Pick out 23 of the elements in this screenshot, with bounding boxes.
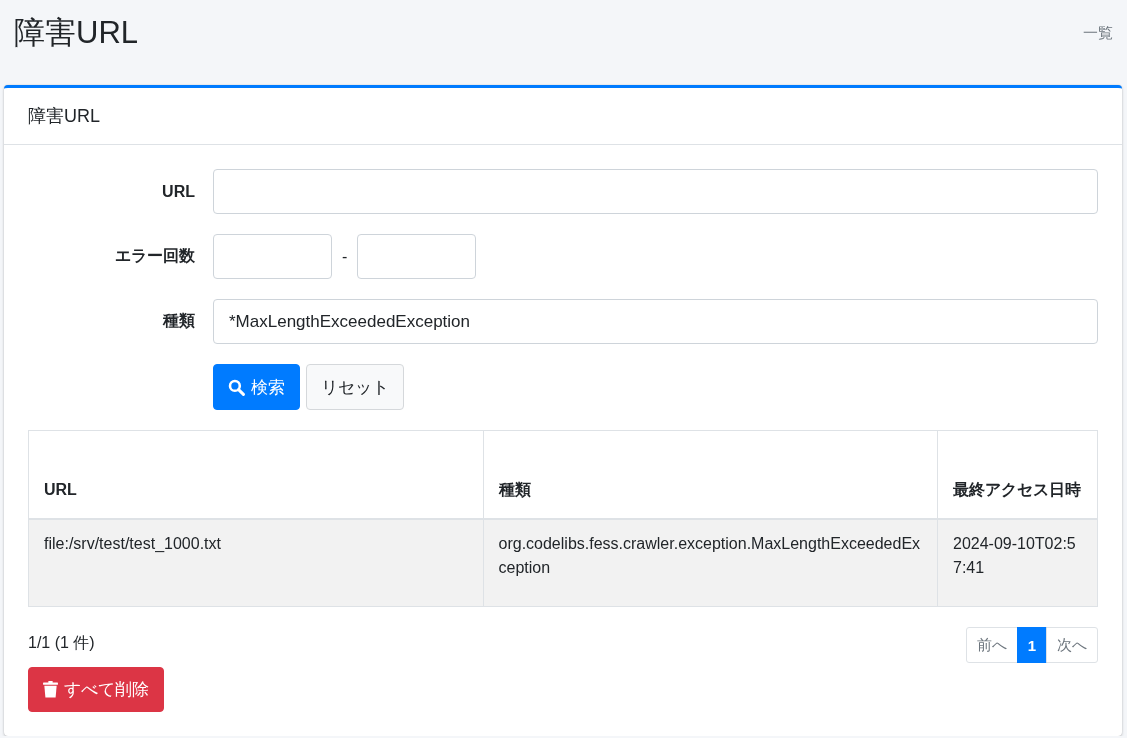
field-label: 種類 [161, 311, 195, 331]
delete-all-button[interactable]: すべて削除 [28, 667, 164, 712]
result-count: 1/1 (1 件) [28, 633, 95, 653]
column-header: URL [28, 430, 483, 519]
max-field[interactable] [357, 234, 477, 279]
text-field[interactable]: *MaxLengthExceededException [213, 299, 1098, 344]
table-cell: file:/srv/test/test_1000.txt [28, 518, 483, 607]
reset-button[interactable]: リセット [306, 364, 404, 410]
range-separator: - [342, 247, 348, 266]
trash-icon [43, 681, 58, 698]
search-icon [228, 378, 245, 396]
breadcrumb-link[interactable]: 一覧 [1083, 24, 1113, 43]
page-title: 障害URL [14, 14, 138, 52]
table-cell: org.codelibs.fess.crawler.exception.MaxLengthExceededException [483, 518, 938, 607]
card-title: 障害URL [4, 88, 1122, 145]
search-button[interactable]: 検索 [213, 364, 300, 410]
table-cell: 2024-09-10T02:57:41 [937, 518, 1098, 607]
text-field[interactable] [213, 169, 1098, 214]
column-header: 最終アクセス日時 [937, 430, 1098, 519]
column-header: 種類 [483, 430, 938, 519]
min-field[interactable] [213, 234, 332, 279]
field-label: URL [161, 182, 195, 201]
field-label: エラー回数 [114, 246, 195, 266]
